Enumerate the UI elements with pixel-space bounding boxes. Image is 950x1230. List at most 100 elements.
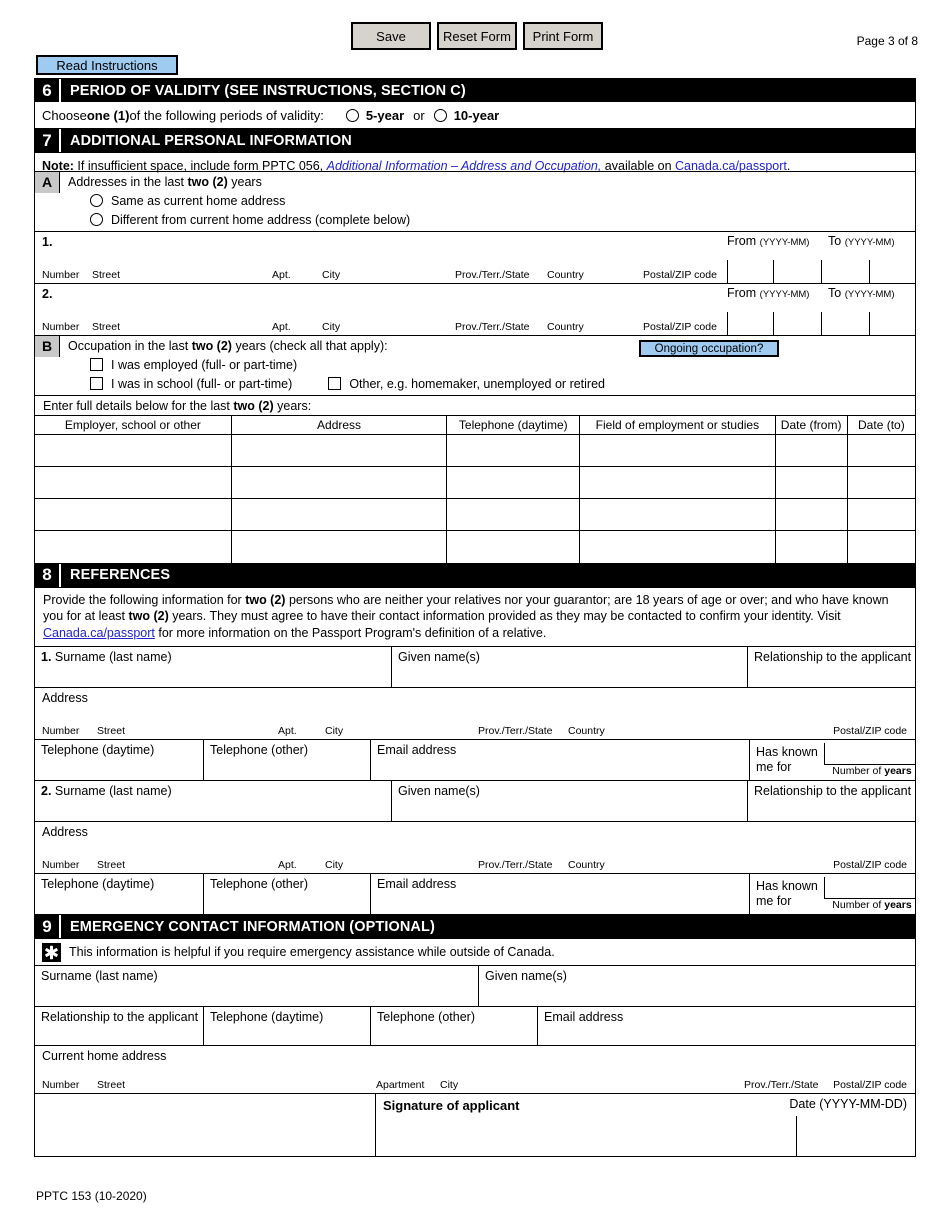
section-9-title: EMERGENCY CONTACT INFORMATION (OPTIONAL)	[70, 918, 435, 935]
read-instructions-button[interactable]: Read Instructions	[36, 55, 178, 75]
cell-date-from[interactable]	[774, 466, 848, 499]
sublabel-apt: Apt.	[272, 321, 291, 333]
emergency-telephone-other[interactable]: Telephone (other)	[370, 1007, 537, 1045]
block-b-heading: Occupation in the last two (2) years (ch…	[68, 339, 915, 353]
emergency-telephone-daytime[interactable]: Telephone (daytime)	[203, 1007, 370, 1045]
radio-10-year[interactable]	[433, 108, 447, 122]
emergency-helper-row: This information is helpful if you requi…	[35, 938, 915, 965]
section-8-intro: Provide the following information for tw…	[35, 586, 915, 647]
col-date-from: Date (from)	[774, 416, 848, 435]
sublabel-street: Street	[97, 859, 126, 871]
reference-2-email[interactable]: Email address	[370, 874, 749, 914]
checkbox-employed[interactable]	[90, 358, 103, 371]
cell-address[interactable]	[230, 434, 448, 467]
print-form-button[interactable]: Print Form	[523, 22, 603, 50]
signature-row: Signature of applicant Date (YYYY-MM-DD)	[35, 1093, 915, 1156]
sublabel-city: City	[325, 859, 344, 871]
reference-1-years-input[interactable]	[824, 743, 916, 765]
block-a-heading-prefix: Addresses in the last	[68, 175, 188, 189]
cell-telephone[interactable]	[446, 434, 581, 467]
cell-address[interactable]	[230, 466, 448, 499]
signature-area[interactable]: Signature of applicant Date (YYYY-MM-DD)	[375, 1094, 915, 1156]
ongoing-occupation-button[interactable]: Ongoing occupation?	[639, 340, 779, 357]
sublabel-number: Number	[42, 859, 80, 871]
reference-2-given-field[interactable]: Given name(s)	[391, 781, 747, 821]
cell-date-to[interactable]	[846, 530, 915, 563]
cell-employer[interactable]	[35, 530, 232, 563]
emergency-relationship-field[interactable]: Relationship to the applicant	[35, 1007, 203, 1045]
sublabel-street: Street	[97, 1079, 126, 1091]
reference-1-address-block[interactable]: Address Number Street Apt. City Prov./Te…	[35, 687, 915, 739]
sublabel-street: Street	[97, 725, 126, 737]
reference-2-has-known-field[interactable]: Has known me for Number of years	[749, 874, 916, 914]
page-indicator: Page 3 of 8	[856, 34, 918, 48]
section-7-number: 7	[35, 129, 61, 152]
address-entry-2: 2. From (YYYY-MM) To (YYYY-MM) Number St…	[35, 283, 915, 335]
reference-1-email[interactable]: Email address	[370, 740, 749, 780]
radio-different-address[interactable]	[90, 213, 103, 226]
cell-date-to[interactable]	[846, 434, 915, 467]
section-7-title: ADDITIONAL PERSONAL INFORMATION	[70, 132, 352, 149]
cell-date-to[interactable]	[846, 498, 915, 531]
sublabel-prov: Prov./Terr./State	[455, 321, 530, 333]
reference-2-years-input[interactable]	[824, 877, 916, 899]
cell-date-to[interactable]	[846, 466, 915, 499]
cell-address[interactable]	[230, 498, 448, 531]
cell-telephone[interactable]	[446, 498, 581, 531]
intro-text-c: years. They must agree to have their con…	[168, 609, 841, 623]
cell-date-from[interactable]	[774, 530, 848, 563]
sublabel-number: Number	[42, 1079, 80, 1091]
option-employed-row: I was employed (full- or part-time)	[68, 358, 915, 372]
cell-employer[interactable]	[35, 498, 232, 531]
cell-field[interactable]	[579, 434, 776, 467]
reference-2-address-block[interactable]: Address Number Street Apt. City Prov./Te…	[35, 821, 915, 873]
reference-1-relationship-field[interactable]: Relationship to the applicant	[747, 647, 915, 687]
section-6-header: 6 PERIOD OF VALIDITY (SEE INSTRUCTIONS, …	[35, 79, 915, 102]
save-button[interactable]: Save	[351, 22, 431, 50]
section-8-title: REFERENCES	[70, 567, 171, 583]
section-8-header: 8 REFERENCES	[35, 562, 915, 587]
emergency-current-address-block[interactable]: Current home address Number Street Apart…	[35, 1045, 915, 1093]
cell-employer[interactable]	[35, 434, 232, 467]
section-6-number: 6	[35, 79, 61, 102]
reference-1-surname-field[interactable]: 1. Surname (last name)	[35, 647, 391, 687]
reset-form-button[interactable]: Reset Form	[437, 22, 517, 50]
reference-1-telephone-other[interactable]: Telephone (other)	[203, 740, 370, 780]
radio-same-address[interactable]	[90, 194, 103, 207]
checkbox-in-school[interactable]	[90, 377, 103, 390]
emergency-email[interactable]: Email address	[537, 1007, 915, 1045]
reference-1-has-known-field[interactable]: Has known me for Number of years	[749, 740, 916, 780]
validity-prompt-suffix: of the following periods of validity:	[129, 107, 324, 123]
reference-2-telephone-daytime[interactable]: Telephone (daytime)	[35, 874, 203, 914]
radio-5-year[interactable]	[345, 108, 359, 122]
reference-1-telephone-daytime[interactable]: Telephone (daytime)	[35, 740, 203, 780]
emergency-surname-field[interactable]: Surname (last name)	[35, 966, 478, 1006]
cell-field[interactable]	[579, 530, 776, 563]
sublabel-postal: Postal/ZIP code	[833, 725, 907, 737]
reference-2-relationship-field[interactable]: Relationship to the applicant	[747, 781, 915, 821]
sublabel-apt: Apt.	[278, 725, 297, 737]
reference-2-block: 2. Surname (last name) Given name(s) Rel…	[35, 780, 915, 821]
label-5-year: 5-year	[365, 107, 405, 123]
address-1-index: 1.	[42, 235, 53, 249]
reference-1-given-field[interactable]: Given name(s)	[391, 647, 747, 687]
reference-2-telephone-other[interactable]: Telephone (other)	[203, 874, 370, 914]
cell-field[interactable]	[579, 466, 776, 499]
cell-employer[interactable]	[35, 466, 232, 499]
cell-telephone[interactable]	[446, 466, 581, 499]
canada-passport-link[interactable]: Canada.ca/passport	[43, 626, 155, 640]
option-same-address-row: Same as current home address	[68, 194, 915, 208]
reference-2-surname-field[interactable]: 2. Surname (last name)	[35, 781, 391, 821]
cell-field[interactable]	[579, 498, 776, 531]
address-2-to-header: To (YYYY-MM)	[828, 286, 895, 300]
address-2-sublabels: Number Street Apt. City Prov./Terr./Stat…	[35, 319, 915, 333]
checkbox-other-occupation[interactable]	[328, 377, 342, 390]
cell-date-from[interactable]	[774, 434, 848, 467]
cell-telephone[interactable]	[446, 530, 581, 563]
reference-2-address-sublabels: Number Street Apt. City Prov./Terr./Stat…	[35, 857, 915, 871]
sublabel-number: Number	[42, 725, 80, 737]
cell-address[interactable]	[230, 530, 448, 563]
details-prompt-suffix: years:	[273, 399, 312, 413]
emergency-given-field[interactable]: Given name(s)	[478, 966, 915, 1006]
cell-date-from[interactable]	[774, 498, 848, 531]
